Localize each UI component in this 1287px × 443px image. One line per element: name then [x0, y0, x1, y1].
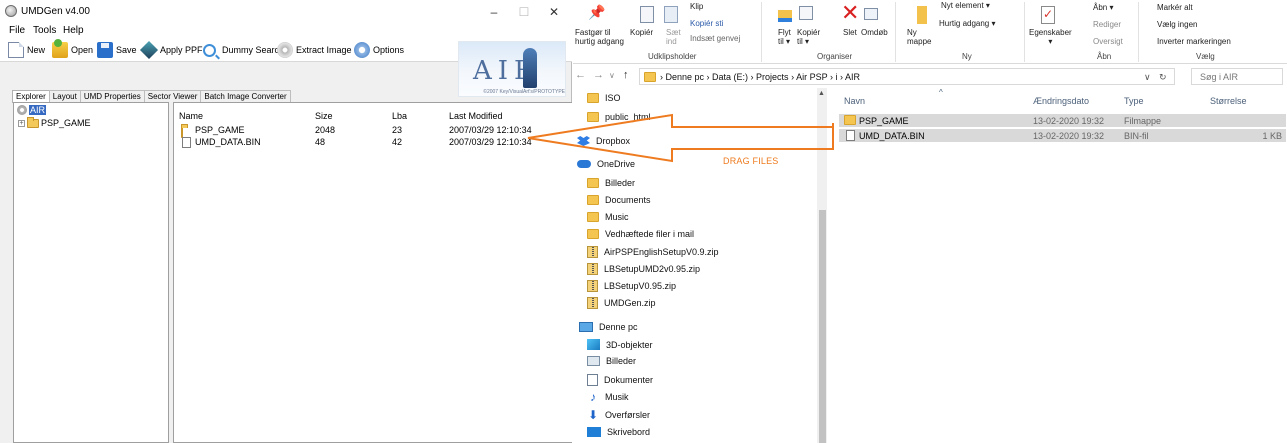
drag-arrow [527, 113, 834, 163]
drag-files-label: DRAG FILES [723, 156, 779, 166]
